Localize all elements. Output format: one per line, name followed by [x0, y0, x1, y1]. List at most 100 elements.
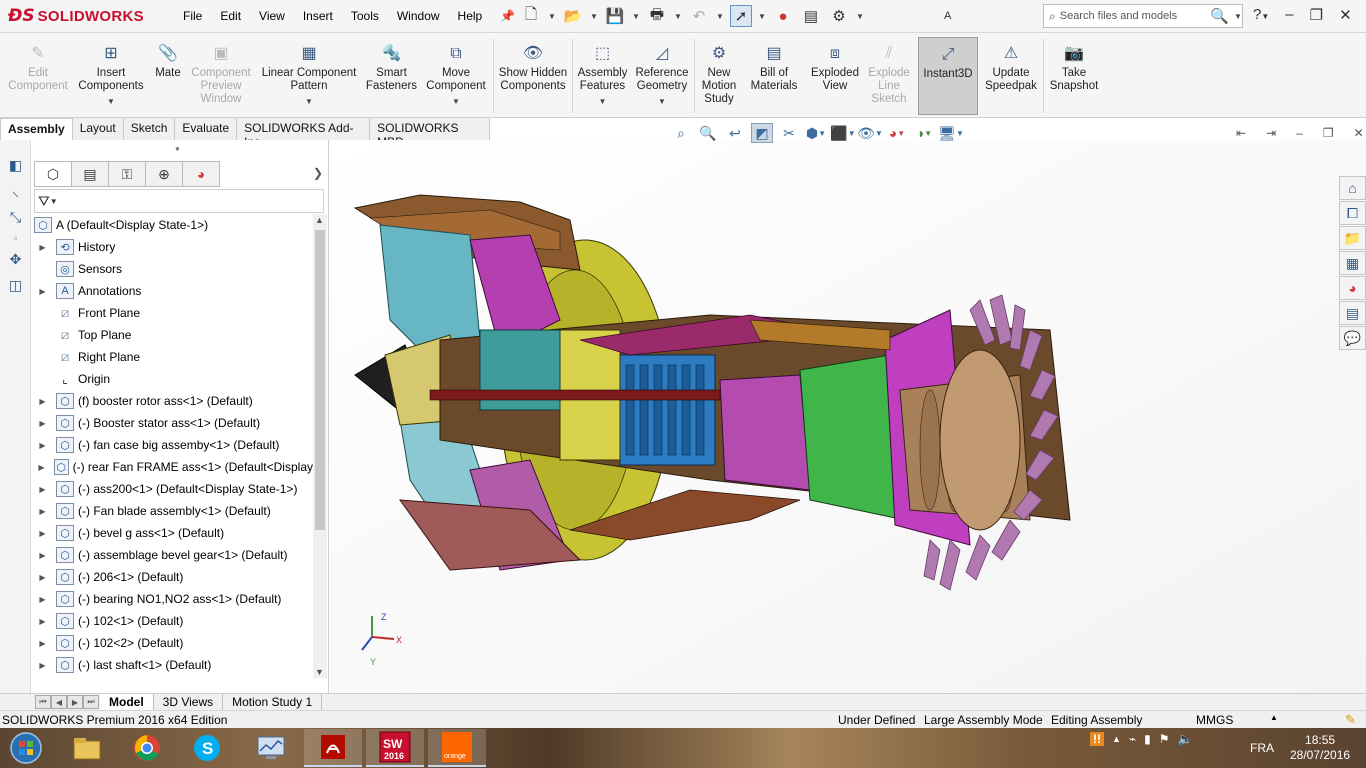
orange-icon[interactable]: orange: [428, 729, 486, 767]
tree-item[interactable]: ▶ ⬡ (-) last shaft<1> (Default): [31, 654, 313, 676]
turbofan-engine-model[interactable]: [330, 140, 1366, 693]
collapse-left-icon[interactable]: ⇤: [1236, 126, 1246, 140]
tree-item[interactable]: ▶ ⬡ (-) ass200<1> (Default<Display State-1…: [31, 478, 313, 500]
point-icon[interactable]: ▫: [0, 230, 31, 246]
chevron-down-icon[interactable]: ▼: [658, 95, 666, 108]
update-speedpak-button[interactable]: ⚠ Update Speedpak: [982, 37, 1040, 115]
tab-evaluate[interactable]: Evaluate: [175, 118, 238, 140]
usb-icon[interactable]: ⌁: [1129, 732, 1136, 746]
monitor-icon[interactable]: [242, 729, 300, 767]
chevron-down-icon[interactable]: ▼: [674, 12, 682, 21]
tree-item[interactable]: ▶ ⬡ (-) assemblage bevel gear<1> (Default): [31, 544, 313, 566]
chevron-right-icon[interactable]: ❯: [313, 166, 323, 180]
chevron-down-icon[interactable]: ▼: [599, 95, 607, 108]
chevron-down-icon[interactable]: ▼: [305, 95, 313, 108]
options-gear-icon[interactable]: ⚙: [828, 5, 850, 27]
expand-arrow-icon[interactable]: ▶: [37, 485, 48, 494]
edit-component-button[interactable]: ✎ Edit Component: [4, 37, 72, 115]
view-settings-icon[interactable]: 🖥 ▼: [938, 123, 964, 143]
filter-icon[interactable]: ⛛: [38, 193, 50, 210]
chevron-down-icon[interactable]: ▼: [632, 12, 640, 21]
configuration-manager-tab-icon[interactable]: ⚿: [108, 161, 146, 187]
chevron-down-icon[interactable]: ▼: [107, 95, 115, 108]
instant3d-button[interactable]: ⤢ Instant3D: [918, 37, 978, 115]
expand-arrow-icon[interactable]: ▶: [37, 397, 48, 406]
part-icon[interactable]: ◧: [0, 152, 31, 178]
menu-window[interactable]: Window: [397, 9, 440, 23]
tab-model[interactable]: Model: [100, 694, 154, 710]
bill-of-materials-button[interactable]: ▤ Bill of Materials: [746, 37, 802, 115]
system-clock[interactable]: 18:55 28/07/2016: [1290, 733, 1350, 763]
new-document-icon[interactable]: 🗋: [520, 5, 542, 27]
show-hidden-components-button[interactable]: 👁 Show Hidden Components: [497, 37, 569, 115]
expand-arrow-icon[interactable]: ▶: [37, 617, 48, 626]
linear-pattern-button[interactable]: ▦ Linear Component Pattern ▼: [258, 37, 360, 115]
close-icon[interactable]: ✕: [1339, 6, 1352, 24]
update-alert-icon[interactable]: !!: [1090, 732, 1104, 746]
chevron-down-icon[interactable]: ▼: [1234, 12, 1242, 21]
forum-icon[interactable]: 💬: [1339, 326, 1366, 350]
view-orientation-icon[interactable]: ⬢ ▼: [805, 123, 827, 143]
print-icon[interactable]: 🖶: [646, 5, 668, 27]
tree-item[interactable]: ▶ ⟲ History: [31, 236, 313, 258]
expand-arrow-icon[interactable]: ▶: [37, 573, 48, 582]
dynamic-annotation-icon[interactable]: ✂: [778, 123, 800, 143]
tree-item[interactable]: ▶ ⬡ (-) bevel g ass<1> (Default): [31, 522, 313, 544]
property-manager-tab-icon[interactable]: ▤: [71, 161, 109, 187]
menu-view[interactable]: View: [259, 9, 285, 23]
tab-layout[interactable]: Layout: [73, 118, 124, 140]
tab-addins[interactable]: SOLIDWORKS Add-Ins: [237, 118, 371, 149]
skype-icon[interactable]: S: [178, 729, 236, 767]
edit-appearance-icon[interactable]: ◕ ▼: [886, 123, 908, 143]
units-selector[interactable]: MMGS: [1196, 713, 1233, 727]
expand-arrow-icon[interactable]: ▶: [37, 639, 48, 648]
search-box[interactable]: ⌕ Search files and models 🔍 ▼: [1043, 4, 1243, 28]
expand-arrow-icon[interactable]: ▶: [37, 441, 48, 450]
tab-3d-views[interactable]: 3D Views: [154, 694, 224, 710]
tab-sketch[interactable]: Sketch: [124, 118, 176, 140]
volume-icon[interactable]: 🔈: [1178, 732, 1193, 746]
save-icon[interactable]: 💾: [604, 5, 626, 27]
tree-item[interactable]: ▶ ⬡ (-) fan case big assemby<1> (Default): [31, 434, 313, 456]
open-folder-icon[interactable]: 📂: [562, 5, 584, 27]
expand-arrow-icon[interactable]: ▶: [37, 243, 48, 252]
chevron-up-icon[interactable]: ▲: [1112, 734, 1121, 744]
tree-item[interactable]: ▶ ⬡ (-) Booster stator ass<1> (Default): [31, 412, 313, 434]
chevron-down-icon[interactable]: ▼: [452, 95, 460, 108]
section-view-icon[interactable]: ◫: [0, 272, 31, 298]
first-tab-icon[interactable]: ⏮: [35, 695, 51, 709]
smart-fasteners-button[interactable]: 🔩 Smart Fasteners: [364, 37, 419, 115]
home-icon[interactable]: ⌂: [1339, 176, 1366, 200]
solidworks-logo[interactable]: ƉS SOLIDWORKS: [8, 6, 144, 26]
mate-button[interactable]: 📎 Mate: [150, 37, 186, 115]
expand-arrow-icon[interactable]: ▶: [37, 595, 48, 604]
chevron-down-icon[interactable]: ▼: [50, 197, 58, 206]
menu-help[interactable]: Help: [458, 9, 483, 23]
scroll-up-icon[interactable]: ▲: [315, 215, 324, 225]
custom-properties-icon[interactable]: ▤: [1339, 301, 1366, 325]
tree-item[interactable]: ⌞ Origin: [31, 368, 313, 390]
chevron-up-icon[interactable]: ▲: [1270, 713, 1278, 722]
restore-icon[interactable]: ❐: [1323, 126, 1334, 140]
menu-file[interactable]: File: [183, 9, 202, 23]
display-manager-tab-icon[interactable]: ◕: [182, 161, 220, 187]
chevron-down-icon[interactable]: ▼: [548, 12, 556, 21]
tree-item[interactable]: ⧄ Right Plane: [31, 346, 313, 368]
insert-components-button[interactable]: ⊞ Insert Components ▼: [75, 37, 147, 115]
zoom-to-area-icon[interactable]: 🔍: [697, 123, 719, 143]
graphics-area[interactable]: [330, 140, 1366, 693]
chrome-icon[interactable]: [118, 729, 176, 767]
appearances-icon[interactable]: ◕: [1339, 276, 1366, 300]
minimize-icon[interactable]: –: [1296, 126, 1303, 140]
section-view-icon[interactable]: ◩: [751, 123, 773, 143]
take-snapshot-button[interactable]: 📷 Take Snapshot: [1046, 37, 1102, 115]
file-explorer-icon[interactable]: 📁: [1339, 226, 1366, 250]
search-scope-icon[interactable]: ⌕: [1049, 9, 1056, 24]
collapse-right-icon[interactable]: ⇥: [1266, 126, 1276, 140]
select-arrow-icon[interactable]: ➚: [730, 5, 752, 27]
menu-insert[interactable]: Insert: [303, 9, 333, 23]
chevron-down-icon[interactable]: ▼: [716, 12, 724, 21]
search-icon[interactable]: 🔍: [1210, 7, 1229, 25]
language-indicator[interactable]: FRA: [1250, 741, 1274, 755]
move-icon[interactable]: ✥: [0, 246, 31, 272]
